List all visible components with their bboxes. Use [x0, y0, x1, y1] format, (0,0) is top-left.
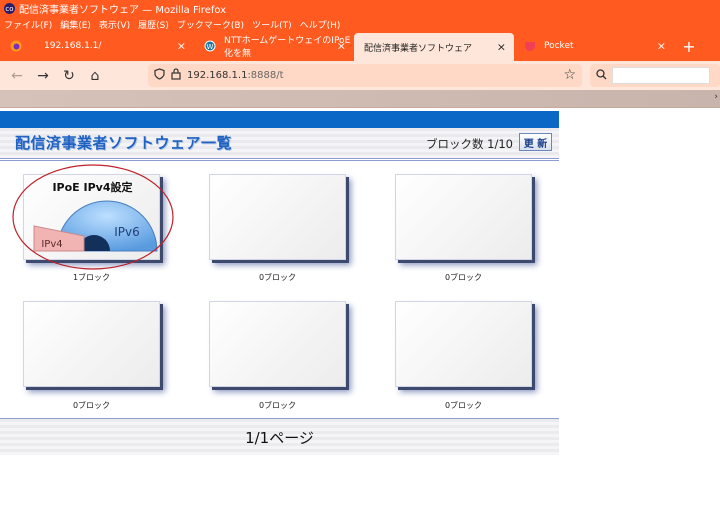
- wordpress-icon: W: [204, 40, 216, 52]
- url-bar[interactable]: 192.168.1.1:8888/t ☆: [148, 64, 582, 87]
- close-icon[interactable]: ×: [497, 41, 506, 54]
- firefox-view-button[interactable]: [0, 31, 34, 61]
- pocket-icon: [524, 40, 536, 52]
- pagination-bar: 1/1ページ: [0, 419, 559, 455]
- pagination-label: 1/1ページ: [245, 429, 314, 447]
- bookmark-star-icon[interactable]: ☆: [563, 67, 576, 83]
- search-icon: [596, 68, 607, 83]
- connection-lock-icon[interactable]: [171, 68, 181, 83]
- software-card-empty[interactable]: [209, 174, 346, 260]
- forward-button[interactable]: →: [30, 64, 56, 88]
- highlight-circle: [12, 164, 174, 270]
- svg-text:W: W: [207, 43, 214, 51]
- software-card-empty[interactable]: [209, 301, 346, 387]
- new-tab-button[interactable]: +: [674, 31, 704, 61]
- chevron-right-icon[interactable]: ›: [714, 92, 718, 102]
- home-button[interactable]: ⌂: [82, 64, 108, 88]
- menu-view[interactable]: 表示(V): [99, 18, 130, 31]
- tab-bar: 192.168.1.1/ × W NTTホームゲートウェイのIPoE化を無 × …: [0, 31, 720, 61]
- firefox-icon: [10, 40, 22, 52]
- app-icon: co: [4, 3, 15, 14]
- tracking-shield-icon[interactable]: [154, 68, 165, 83]
- menu-bookmarks[interactable]: ブックマーク(B): [177, 18, 244, 31]
- menu-bar: ファイル(F) 編集(E) 表示(V) 履歴(S) ブックマーク(B) ツール(…: [0, 17, 720, 31]
- close-icon[interactable]: ×: [337, 40, 346, 53]
- tab-label: Pocket: [544, 41, 574, 51]
- reload-button[interactable]: ↻: [56, 64, 82, 88]
- url-text: 192.168.1.1:8888/t: [187, 70, 284, 81]
- bookmarks-toolbar: ›: [0, 90, 720, 108]
- block-count: ブロック数 1/10: [426, 137, 513, 151]
- refresh-button[interactable]: 更 新: [519, 133, 552, 151]
- tab-ntt-article[interactable]: W NTTホームゲートウェイのIPoE化を無 ×: [194, 31, 354, 61]
- tab-software-list[interactable]: 配信済事業者ソフトウェア ×: [354, 33, 514, 61]
- search-input[interactable]: [612, 67, 710, 84]
- tab-label: 配信済事業者ソフトウェア: [364, 43, 473, 54]
- software-grid: IPoE IPv4設定 IPv6 IPv4 1ブロック 0ブロック 0ブロック …: [0, 164, 559, 414]
- page-title: 配信済事業者ソフトウェア一覧: [15, 134, 233, 152]
- card-caption: 0ブロック: [72, 401, 111, 410]
- navigation-bar: ← → ↻ ⌂ 192.168.1.1:8888/t ☆: [0, 61, 720, 90]
- software-card-empty[interactable]: [395, 301, 532, 387]
- page-header: 配信済事業者ソフトウェア一覧 ブロック数 1/10 更 新: [0, 128, 559, 158]
- menu-file[interactable]: ファイル(F): [4, 18, 52, 31]
- card-caption: 0ブロック: [444, 401, 483, 410]
- software-card-empty[interactable]: [395, 174, 532, 260]
- menu-history[interactable]: 履歴(S): [138, 18, 169, 31]
- close-icon[interactable]: ×: [657, 40, 666, 53]
- tab-label: 192.168.1.1/: [44, 41, 102, 51]
- close-icon[interactable]: ×: [177, 40, 186, 53]
- menu-edit[interactable]: 編集(E): [60, 18, 91, 31]
- page-content: 配信済事業者ソフトウェア一覧 ブロック数 1/10 更 新 IPoE IPv4設…: [0, 108, 720, 519]
- search-box[interactable]: [590, 64, 720, 87]
- menu-help[interactable]: ヘルプ(H): [300, 18, 341, 31]
- window-titlebar: co 配信済事業者ソフトウェア — Mozilla Firefox: [0, 0, 720, 17]
- header-band: [0, 111, 559, 128]
- software-card-empty[interactable]: [23, 301, 160, 387]
- url-path: :8888/t: [247, 70, 284, 81]
- card-caption: 0ブロック: [258, 273, 297, 282]
- card-caption: 0ブロック: [258, 401, 297, 410]
- back-button[interactable]: ←: [4, 64, 30, 88]
- card-caption: 0ブロック: [444, 273, 483, 282]
- tab-pocket[interactable]: Pocket ×: [514, 31, 674, 61]
- divider: [0, 158, 559, 161]
- url-host: 192.168.1.1: [187, 70, 248, 81]
- card-caption: 1ブロック: [72, 273, 111, 282]
- menu-tools[interactable]: ツール(T): [252, 18, 292, 31]
- tab-label: NTTホームゲートウェイのIPoE化を無: [224, 36, 351, 59]
- window-title: 配信済事業者ソフトウェア — Mozilla Firefox: [19, 5, 227, 16]
- tab-router[interactable]: 192.168.1.1/ ×: [34, 31, 194, 61]
